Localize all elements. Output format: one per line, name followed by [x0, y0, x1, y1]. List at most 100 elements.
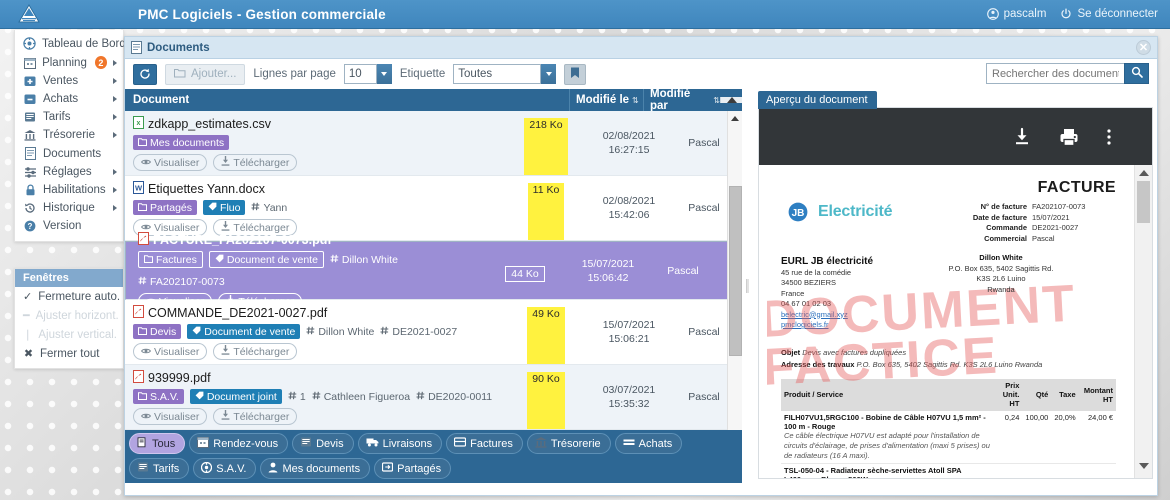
sidebar-item-tableau-de-bord[interactable]: Tableau de Bord [15, 34, 126, 53]
tag-hash[interactable]: Yann [251, 200, 287, 215]
filter-tab-mes-documents[interactable]: Mes documents [260, 458, 371, 479]
invoice-meta-block: FACTURE N° de facture FA202107-0073 Date d… [973, 179, 1116, 244]
sidebar-item-label: Documents [43, 147, 102, 160]
window-action-fermeture-auto[interactable]: ✓ Fermeture auto. [15, 287, 123, 306]
sidebar-item-historique[interactable]: Historique [15, 199, 123, 217]
lock-icon [23, 184, 37, 196]
row-main: COMMANDE_DE2021-0027.pdf Devis Document de… [125, 300, 500, 364]
bookmark-button[interactable] [564, 63, 587, 85]
sidebar-item-ventes[interactable]: Ventes [15, 72, 123, 90]
tag-folder[interactable]: Partagés [133, 200, 198, 215]
sidebar-item-habilitations[interactable]: Habilitations [15, 181, 123, 199]
download-button[interactable]: Télécharger [213, 154, 298, 171]
preview-scroll-down[interactable] [1135, 458, 1152, 474]
tag-hash[interactable]: 1 [288, 389, 306, 404]
column-modified-on-label: Modifié le [576, 94, 630, 106]
tag-folder[interactable]: Mes documents [133, 135, 230, 150]
sidebar-item-label: Habilitations [43, 184, 106, 196]
file-name[interactable]: COMMANDE_DE2021-0027.pdf [133, 305, 494, 321]
pane-splitter[interactable] [742, 89, 752, 483]
filter-tab-achats[interactable]: Achats [614, 433, 683, 454]
sidebar-item-r-glages[interactable]: Réglages [15, 163, 123, 181]
print-icon[interactable] [1058, 127, 1080, 147]
file-name[interactable]: W Etiquettes Yann.docx [133, 181, 494, 197]
more-vertical-icon[interactable] [1106, 127, 1112, 147]
view-button[interactable]: Visualiser [133, 343, 208, 360]
scroll-up-button[interactable] [728, 111, 742, 126]
download-button[interactable]: Télécharger [213, 343, 298, 360]
filter-tab-devis[interactable]: Devis [292, 433, 354, 454]
sidebar-item-tr-sorerie[interactable]: Trésorerie [15, 126, 123, 144]
tag-hash[interactable]: Dillon White [306, 324, 374, 339]
view-button[interactable]: Visualiser [133, 408, 208, 425]
file-name[interactable]: FACTURE_FA202107-0073.pdf [138, 232, 473, 248]
app-logo[interactable] [0, 0, 58, 29]
sidebar-item-tarifs[interactable]: Tarifs [15, 108, 123, 126]
search-button[interactable] [1124, 63, 1149, 84]
filter-tab-label: Rendez-vous [213, 437, 279, 450]
filter-tab-livraisons[interactable]: Livraisons [357, 433, 443, 454]
close-icon[interactable]: ✕ [1136, 40, 1151, 55]
file-name[interactable]: x zdkapp_estimates.csv [133, 116, 494, 132]
preview-scrollbar-thumb[interactable] [1137, 181, 1150, 223]
collapse-panel-button[interactable] [720, 97, 742, 103]
view-button[interactable]: Visualiser [133, 154, 208, 171]
preview-scroll-up[interactable] [1135, 165, 1152, 181]
table-row[interactable]: FACTURE_FA202107-0073.pdf Factures Documen… [125, 232, 742, 310]
table-row[interactable]: x zdkapp_estimates.csv Mes documents Visual… [125, 111, 742, 176]
filter-tab-factures[interactable]: Factures [446, 433, 523, 454]
preview-scrollbar[interactable] [1134, 165, 1152, 478]
tag-hash[interactable]: DE2021-0027 [380, 324, 457, 339]
tag-hash[interactable]: Cathleen Figueroa [312, 389, 410, 404]
window-action-fermer-tout[interactable]: ✖ Fermer tout [15, 344, 123, 363]
scrollbar-thumb[interactable] [729, 186, 742, 356]
filter-tab-tous[interactable]: Tous [129, 433, 186, 454]
filter-tab-partag-s[interactable]: Partagés [374, 458, 452, 479]
horizontal-split-icon: ━ [23, 310, 30, 322]
tag-folder[interactable]: Factures [138, 251, 203, 268]
tag-label[interactable]: Fluo [203, 200, 246, 215]
filter-tab-tr-sorerie[interactable]: Trésorerie [526, 433, 611, 454]
window-content: Document Modifié le ⇅ Modifié par ⇅ x zdk… [125, 88, 1157, 483]
modified-on-cell: 15/07/2021 15:06:42 [571, 257, 645, 285]
logout-button[interactable]: Se déconnecter [1060, 8, 1158, 20]
sidebar-item-documents[interactable]: Documents [15, 144, 123, 163]
tag-label[interactable]: Document de vente [208, 251, 324, 268]
current-user[interactable]: pascalm [986, 8, 1046, 20]
filter-tab-tarifs[interactable]: Tarifs [129, 458, 190, 479]
refresh-icon[interactable] [133, 63, 157, 85]
file-name[interactable]: 939999.pdf [133, 370, 494, 386]
sidebar-item-version[interactable]: ? Version [15, 217, 123, 235]
pdf-file-icon [133, 370, 144, 386]
modified-time: 15:35:32 [608, 398, 650, 410]
download-button[interactable]: Télécharger [213, 408, 298, 425]
add-button[interactable]: Ajouter... [165, 63, 246, 85]
tag-label[interactable]: Document de vente [187, 324, 301, 339]
table-row[interactable]: COMMANDE_DE2021-0027.pdf Devis Document de… [125, 300, 742, 365]
eye-icon [141, 411, 151, 423]
preview-tab[interactable]: Aperçu du document [758, 91, 877, 109]
list-scrollbar[interactable] [727, 111, 742, 483]
filter-tab-rendez-vous[interactable]: Rendez-vous [189, 433, 289, 454]
column-modified-by[interactable]: Modifié par ⇅ [644, 88, 720, 112]
tag-hash[interactable]: DE2020-0011 [416, 389, 492, 404]
tag-hash[interactable]: FA202107-0073 [138, 274, 225, 289]
column-document[interactable]: Document [125, 89, 570, 111]
table-row[interactable]: 939999.pdf S.A.V. Document joint 1 Cathleen … [125, 365, 742, 430]
sender-email[interactable]: belectric@gmail.xyz [781, 310, 1116, 321]
download-icon[interactable] [1012, 127, 1032, 147]
tag-folder[interactable]: Devis [133, 324, 182, 339]
sidebar-item-achats[interactable]: Achats [15, 90, 123, 108]
tag-filter-select[interactable]: Toutes [453, 64, 557, 84]
file-name-label: zdkapp_estimates.csv [148, 117, 271, 131]
invoice-meta-row: Commande DE2021-0027 [973, 223, 1116, 234]
rows-per-page-select[interactable]: 10 [343, 64, 392, 84]
column-modified-on[interactable]: Modifié le ⇅ [570, 89, 644, 111]
tag-hash[interactable]: Dillon White [330, 252, 398, 267]
search-input[interactable] [986, 63, 1124, 84]
tag-label[interactable]: Document joint [189, 389, 282, 404]
tag-folder[interactable]: S.A.V. [133, 389, 184, 404]
filter-tab-s-a-v[interactable]: S.A.V. [193, 458, 257, 479]
sender-website[interactable]: pmclogiciels.fr [781, 320, 1116, 331]
sidebar-item-planning[interactable]: Planning 2 [15, 53, 123, 72]
